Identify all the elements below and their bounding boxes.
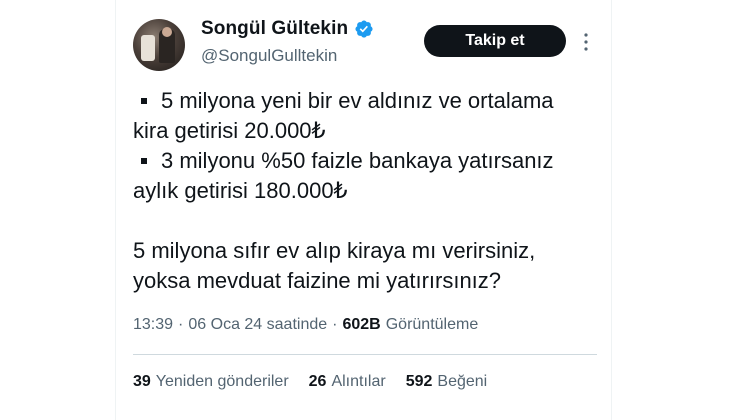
avatar-detail	[141, 35, 155, 61]
bullet-text: 5 milyona yeni bir ev aldınız ve ortalam…	[161, 88, 554, 113]
frame-right-border	[611, 0, 612, 420]
quotes-count: 26	[308, 373, 327, 390]
author-name-row: Songül Gültekin	[201, 18, 374, 40]
likes-count: 592	[405, 373, 433, 390]
bullet-item: 3 milyonu %50 faizle bankaya yatırsanız	[133, 146, 603, 176]
verified-badge-icon	[355, 20, 373, 38]
avatar[interactable]	[133, 19, 185, 71]
question-text: yoksa mevduat faizine mi yatırırsınız?	[133, 268, 502, 293]
retweets-stat[interactable]: 39 Yeniden gönderiler	[133, 373, 289, 391]
author-name[interactable]: Songül Gültekin	[201, 18, 348, 40]
views-label: Görüntüleme	[385, 316, 479, 333]
bullet-text-continuation: aylık getirisi 180.000₺	[133, 178, 348, 203]
quotes-stat[interactable]: 26 Alıntılar	[309, 373, 386, 391]
tweet-date[interactable]: 06 Oca 24 saatinde	[188, 316, 327, 334]
divider	[133, 354, 597, 355]
bullet-text-continuation: kira getirisi 20.000₺	[133, 118, 326, 143]
tweet-text: 5 milyona yeni bir ev aldınız ve ortalam…	[133, 86, 603, 296]
bullet-item: 5 milyona yeni bir ev aldınız ve ortalam…	[133, 86, 603, 116]
author-handle[interactable]: @SongulGulltekin	[201, 46, 337, 66]
more-vertical-icon[interactable]	[581, 30, 591, 54]
tweet-time[interactable]: 13:39	[133, 316, 173, 334]
retweets-count: 39	[133, 373, 151, 390]
separator-dot: ·	[178, 316, 184, 333]
bullet-square-icon	[141, 98, 147, 104]
avatar-detail	[162, 27, 172, 37]
views-count: 602B	[342, 316, 381, 333]
question-text: 5 milyona sıfır ev alıp kiraya mı verirs…	[133, 238, 536, 263]
bullet-square-icon	[141, 158, 147, 164]
follow-button[interactable]: Takip et	[424, 25, 566, 57]
likes-stat[interactable]: 592 Beğeni	[406, 373, 488, 391]
separator-dot: ·	[332, 316, 338, 333]
likes-label: Beğeni	[437, 373, 488, 390]
quotes-label: Alıntılar	[331, 373, 386, 390]
bullet-text: 3 milyonu %50 faizle bankaya yatırsanız	[161, 148, 554, 173]
tweet-meta: 13:39 · 06 Oca 24 saatinde · 602B Görünt…	[133, 316, 478, 334]
engagement-stats: 39 Yeniden gönderiler 26 Alıntılar 592 B…	[133, 373, 507, 391]
frame-left-border	[115, 0, 116, 420]
retweets-label: Yeniden gönderiler	[155, 373, 289, 390]
